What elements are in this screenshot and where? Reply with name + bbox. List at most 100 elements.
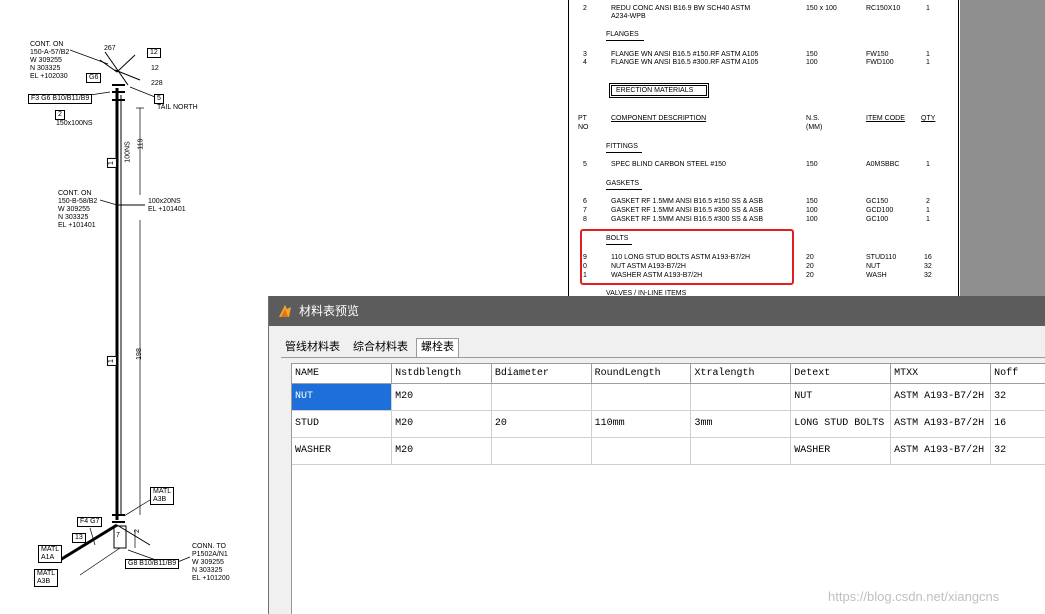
branch-size: 100x20NS <box>148 198 181 205</box>
branch-elevation: EL +101401 <box>148 206 186 213</box>
table-cell[interactable]: WASHER <box>790 437 892 465</box>
item-qty: 1 <box>926 207 930 214</box>
column-header[interactable]: Noff <box>990 364 1045 384</box>
weld-g8-box: G8 B10/B11/B9 <box>125 559 180 569</box>
column-header[interactable]: Xtralength <box>690 364 792 384</box>
background-gray-panel <box>960 0 1045 300</box>
tab-pipeline-materials[interactable]: 管线材料表 <box>281 339 344 357</box>
conn-line-no: 150-B-58/B2 <box>58 198 98 205</box>
item-code: NUT <box>866 263 881 270</box>
conn-on-line: CONT. ON <box>58 190 92 197</box>
conn-to-label: CONN. TO P1502A/N1 W 309255 N 303325 EL … <box>192 543 230 583</box>
section-underline <box>606 40 644 41</box>
table-cell[interactable]: ASTM A193-B7/2H <box>890 383 992 411</box>
table-cell[interactable]: 20 <box>491 410 592 438</box>
item-desc: FLANGE WN ANSI B16.5 #300.RF ASTM A105 <box>611 59 759 66</box>
bolts-highlight-box <box>580 229 794 285</box>
branch-size-label: 100x20NS EL +101401 <box>148 198 186 214</box>
item-pt: 7 <box>583 207 587 214</box>
table-cell[interactable]: NUT <box>790 383 892 411</box>
table-cell[interactable]: ASTM A193-B7/2H <box>890 437 992 465</box>
table-cell[interactable]: ASTM A193-B7/2H <box>890 410 992 438</box>
table-cell[interactable]: 3mm <box>690 410 792 438</box>
table-cell[interactable] <box>491 383 592 411</box>
column-header[interactable]: NAME <box>292 364 393 384</box>
tail-north-label: TAIL NORTH <box>157 104 198 111</box>
callout-5-box: 5 <box>154 94 164 104</box>
header-code: ITEM CODE <box>866 115 905 122</box>
table-row: NUT M20 NUT ASTM A193-B7/2H 32 <box>292 383 1045 411</box>
table-cell[interactable]: STUD <box>292 410 393 438</box>
column-header[interactable]: RoundLength <box>591 364 692 384</box>
table-cell[interactable]: NUT <box>292 383 393 411</box>
item-desc: SPEC BLIND CARBON STEEL #150 <box>611 161 726 168</box>
table-cell[interactable] <box>591 437 692 465</box>
table-cell[interactable]: 32 <box>990 437 1045 465</box>
matl-label: MATL <box>37 570 56 577</box>
conn-north: N 303325 <box>30 65 61 72</box>
item-code: WASH <box>866 272 887 279</box>
dim-198: 198 <box>135 348 143 360</box>
table-header-row: NAME Nstdblength Bdiameter RoundLength X… <box>292 364 1045 384</box>
conn-on-mid-label: CONT. ON 150-B-58/B2 W 309255 N 303325 E… <box>58 190 97 230</box>
table-cell[interactable]: 110mm <box>591 410 692 438</box>
table-cell[interactable] <box>491 437 592 465</box>
table-cell[interactable]: M20 <box>391 383 492 411</box>
table-row: STUD M20 20 110mm 3mm LONG STUD BOLTS AS… <box>292 410 1045 438</box>
matl-code: A1A <box>41 554 55 561</box>
callout-12-box: 12 <box>147 48 161 58</box>
weld-f4g7-box: F4 G7 <box>77 517 103 527</box>
conn-west: W 309255 <box>30 57 62 64</box>
table-cell[interactable] <box>690 383 792 411</box>
dialog-titlebar[interactable]: 材料表预览 <box>269 296 1045 326</box>
table-cell[interactable]: 16 <box>990 410 1045 438</box>
table-cell[interactable]: LONG STUD BOLTS <box>790 410 892 438</box>
conn-elevation: EL +101200 <box>192 575 230 582</box>
item-ns: 20 <box>806 254 814 261</box>
conn-to-equipment: P1502A/N1 <box>192 551 228 558</box>
section-fittings-title: FITTINGS <box>606 143 638 150</box>
column-header[interactable]: MTXX <box>890 364 992 384</box>
item-code: RC150X10 <box>866 5 901 12</box>
column-header[interactable]: Nstdblength <box>391 364 492 384</box>
dialog-title: 材料表预览 <box>299 304 360 318</box>
dim-119: 119 <box>137 138 145 150</box>
item-qty: 16 <box>924 254 932 261</box>
item-pt: 8 <box>583 216 587 223</box>
bolt-grid[interactable]: NAME Nstdblength Bdiameter RoundLength X… <box>291 363 1045 614</box>
table-cell[interactable]: M20 <box>391 437 492 465</box>
item-pt: 5 <box>583 161 587 168</box>
table-cell[interactable]: WASHER <box>292 437 393 465</box>
column-header[interactable]: Detext <box>790 364 892 384</box>
item-code: FWD100 <box>866 59 894 66</box>
tab-summary-materials[interactable]: 综合材料表 <box>349 339 412 357</box>
callout-13-box: 13 <box>72 533 86 543</box>
header-no: NO <box>578 124 589 131</box>
table-cell[interactable] <box>591 383 692 411</box>
matl-label: MATL <box>153 488 172 495</box>
bolt-table: NAME Nstdblength Bdiameter RoundLength X… <box>292 364 1045 465</box>
header-mm: (MM) <box>806 124 823 131</box>
item-ns: 20 <box>806 272 814 279</box>
matl-code: A3B <box>37 578 51 585</box>
item-pt: 6 <box>583 198 587 205</box>
item-qty: 1 <box>926 161 930 168</box>
conn-north: N 303325 <box>58 214 89 221</box>
dim-7: 7 <box>116 532 120 539</box>
pipe-callout-1b: 1 <box>106 356 117 366</box>
header-pt: PT <box>578 115 587 122</box>
table-cell[interactable]: 32 <box>990 383 1045 411</box>
item-qty: 1 <box>926 5 930 12</box>
table-cell[interactable] <box>690 437 792 465</box>
table-cell[interactable]: M20 <box>391 410 492 438</box>
item-ns: 150 <box>806 161 818 168</box>
column-header[interactable]: Bdiameter <box>491 364 592 384</box>
item-desc-cont: A234-WPB <box>611 13 646 20</box>
item-code: STUD110 <box>866 254 897 261</box>
conn-on-top-label: CONT. ON 150-A-57/B2 W 309255 N 303325 E… <box>30 41 69 81</box>
item-pt: 2 <box>583 5 587 12</box>
conn-elevation: EL +102030 <box>30 73 68 80</box>
tab-bolt-table[interactable]: 螺栓表 <box>416 338 459 358</box>
sheet-border <box>958 0 959 300</box>
material-preview-dialog: 材料表预览 管线材料表 综合材料表 螺栓表 NAME Nstdblength B… <box>268 296 1045 614</box>
